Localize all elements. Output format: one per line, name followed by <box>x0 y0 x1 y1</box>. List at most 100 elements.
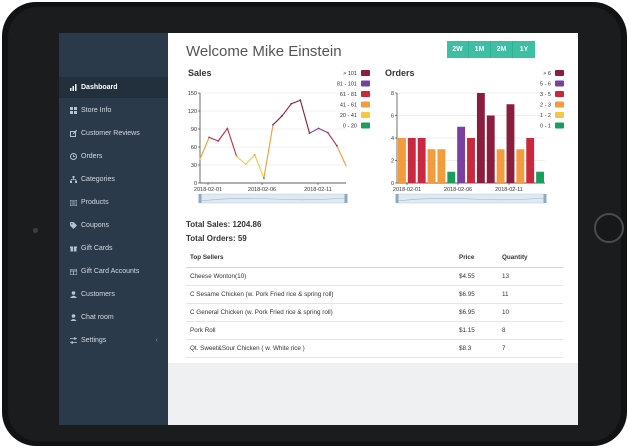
sales-point <box>235 155 238 157</box>
header-name: Top Sellers <box>190 254 224 261</box>
sidebar-item-gift-card-accounts[interactable]: Gift Card Accounts <box>59 261 168 282</box>
item-name: Cheese Wonton(10) <box>190 273 247 280</box>
zoom-handle-left <box>395 194 399 203</box>
chevron-left-icon: ‹ <box>155 337 158 344</box>
tag-icon <box>69 221 78 230</box>
sales-line-segment <box>236 155 246 165</box>
sidebar-item-label: Customers <box>81 291 115 298</box>
y-tick-label: 60 <box>191 145 197 151</box>
orders-bar <box>496 149 505 183</box>
orders-bar <box>437 149 446 183</box>
table-icon <box>69 267 78 276</box>
sidebar-item-products[interactable]: Products <box>59 192 168 213</box>
page-title: Welcome Mike Einstein <box>186 43 342 60</box>
item-quantity: 13 <box>502 273 510 280</box>
table-row: C General Chicken (w. Pork Fried rice & … <box>186 304 563 322</box>
sidebar-item-label: Chat room <box>81 314 114 321</box>
item-quantity: 10 <box>502 309 510 316</box>
item-price: $6.95 <box>459 291 475 298</box>
legend-swatch <box>555 80 564 87</box>
x-tick-label: 2018-02-01 <box>194 187 222 193</box>
sales-point <box>272 123 274 126</box>
sales-line-segment <box>199 137 210 160</box>
header-quantity: Quantity <box>502 254 528 261</box>
legend-label: > 6 <box>543 71 551 77</box>
table-row: Cheese Wonton(10) $4.55 13 <box>186 268 563 286</box>
sidebar-item-dashboard[interactable]: Dashboard <box>59 77 168 98</box>
orders-bar <box>427 149 436 183</box>
range-2w-button[interactable]: 2W <box>447 41 469 58</box>
header-price: Price <box>459 254 475 261</box>
sales-line-segment <box>327 132 338 147</box>
table-row: Pork Roll $1.15 8 <box>186 322 563 340</box>
sidebar-item-customers[interactable]: Customers <box>59 284 168 305</box>
sales-line-segment <box>245 154 256 165</box>
sidebar-item-gift-cards[interactable]: Gift Cards <box>59 238 168 259</box>
home-button[interactable] <box>594 213 624 243</box>
y-tick-label: 6 <box>391 114 394 120</box>
sidebar-item-store-info[interactable]: Store Info <box>59 100 168 121</box>
sales-line-segment <box>336 145 347 166</box>
y-tick-label: 2 <box>391 159 394 165</box>
x-tick-label: 2018-02-01 <box>393 187 421 193</box>
y-tick-label: 30 <box>191 163 197 169</box>
legend-swatch <box>361 91 370 97</box>
screen: Dashboard Store Info Customer Reviews Or… <box>59 33 578 425</box>
total-sales: Total Sales: 1204.86 <box>186 220 262 229</box>
top-sellers-table: Top Sellers Price Quantity Cheese Wonton… <box>186 248 563 358</box>
orders-bar <box>486 115 495 183</box>
legend-swatch <box>361 122 370 129</box>
sales-point <box>290 102 293 105</box>
sidebar-item-customer-reviews[interactable]: Customer Reviews <box>59 123 168 144</box>
range-selector: 2W 1M 2M 1Y <box>447 41 535 58</box>
y-tick-label: 8 <box>391 91 394 97</box>
x-tick-label: 2018-02-11 <box>304 187 332 193</box>
legend-label: 20 - 41 <box>340 113 357 119</box>
zoom-slider <box>396 193 546 204</box>
legend-swatch <box>361 101 370 108</box>
sidebar-item-categories[interactable]: Categories <box>59 169 168 190</box>
legend-label: > 101 <box>343 71 357 77</box>
range-2m-button[interactable]: 2M <box>491 41 513 58</box>
sidebar-item-label: Store Info <box>81 107 112 114</box>
x-tick-label: 2018-02-11 <box>495 187 523 193</box>
sales-line-segment <box>299 100 311 134</box>
range-1m-button[interactable]: 1M <box>469 41 491 58</box>
orders-bar <box>398 138 406 183</box>
range-1y-button[interactable]: 1Y <box>513 41 535 58</box>
y-tick-label: 120 <box>188 109 197 115</box>
sidebar-item-chat-room[interactable]: Chat room <box>59 307 168 328</box>
legend-swatch <box>361 112 370 118</box>
sales-point <box>217 140 220 142</box>
item-quantity: 8 <box>502 327 506 334</box>
table-row: C Sesame Chicken (w. Pork Fried rice & s… <box>186 286 563 304</box>
zoom-handle-right <box>543 194 547 203</box>
sitemap-icon <box>69 175 78 184</box>
sales-point <box>226 127 229 130</box>
sales-line-segment <box>217 128 228 142</box>
item-price: $1.15 <box>459 327 475 334</box>
legend-swatch <box>361 70 370 76</box>
sales-point <box>308 132 311 135</box>
item-quantity: 11 <box>502 291 509 298</box>
table-header: Top Sellers Price Quantity <box>186 248 563 268</box>
y-tick-label: 4 <box>391 136 394 142</box>
sales-point <box>317 127 320 130</box>
sidebar-item-label: Customer Reviews <box>81 130 140 137</box>
sidebar-item-label: Gift Cards <box>81 245 113 252</box>
sales-line-segment <box>254 154 265 179</box>
orders-bar <box>506 104 515 183</box>
sales-point <box>208 136 211 139</box>
legend-label: 0 - 1 <box>540 124 551 130</box>
sales-line-segment <box>281 103 292 117</box>
list-icon <box>69 198 78 207</box>
item-name: C General Chicken (w. Pork Fried rice & … <box>190 309 333 316</box>
sidebar-item-settings[interactable]: Settings ‹ <box>59 330 168 351</box>
legend-label: 1 - 2 <box>540 113 551 119</box>
sidebar-item-orders[interactable]: Orders <box>59 146 168 167</box>
sidebar-item-coupons[interactable]: Coupons <box>59 215 168 236</box>
sidebar-item-label: Settings <box>81 337 107 344</box>
legend-swatch <box>555 91 564 97</box>
grid-icon <box>69 106 78 115</box>
sales-line-segment <box>272 115 283 126</box>
